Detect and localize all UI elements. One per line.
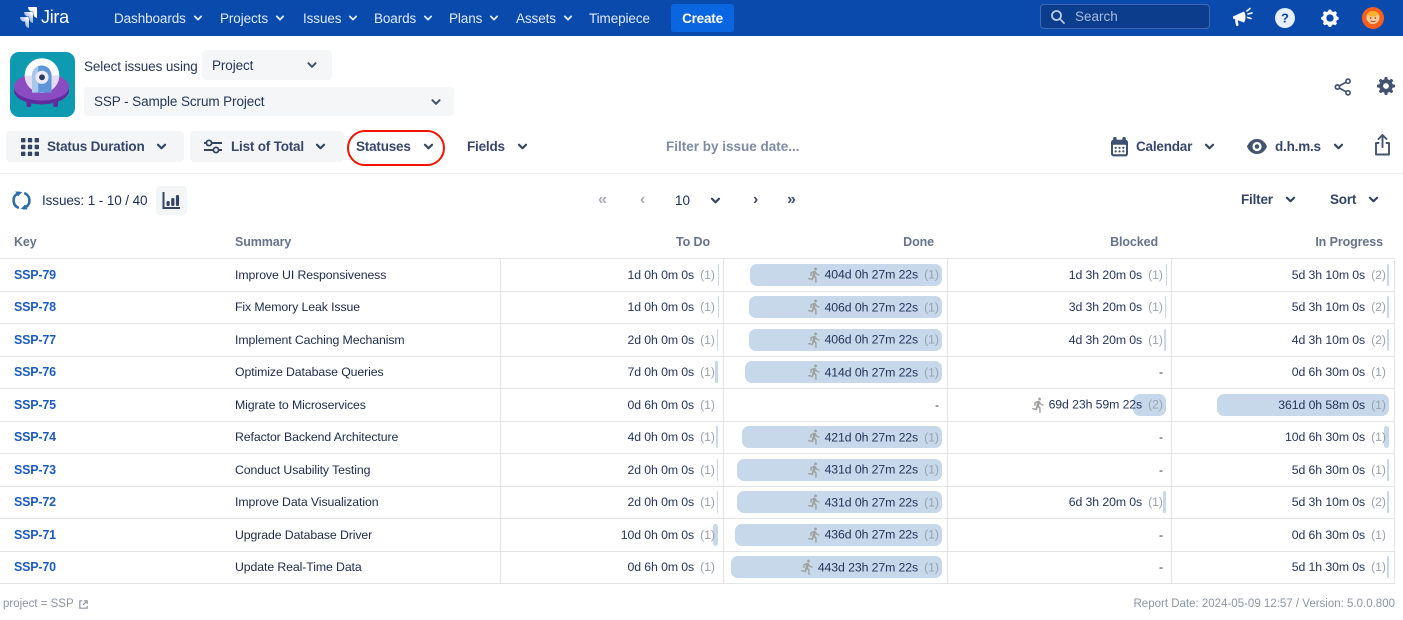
svg-text:?: ? [1281,11,1289,26]
